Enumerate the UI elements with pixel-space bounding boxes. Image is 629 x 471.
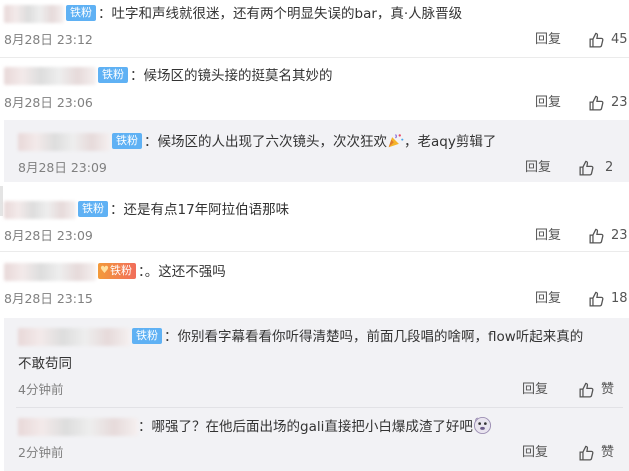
comment-1: 铁粉 ：吐字和声线就很迷，还有两个明显失误的bar，真·人脉晋级 8月28日 23…	[0, 0, 629, 58]
comment-body: 铁粉 ：候场区的镜头接的挺莫名其妙的	[4, 66, 333, 86]
timestamp: 8月28日 23:15	[4, 291, 93, 306]
reply-button[interactable]: 回复	[525, 160, 551, 176]
username-blurred[interactable]	[4, 263, 96, 281]
comment-text: ：候场区的人出现了六次镜头，次次狂欢	[144, 134, 387, 150]
reply-button[interactable]: 回复	[522, 445, 548, 461]
like-count: 23	[611, 228, 628, 243]
like-button[interactable]: 赞	[578, 381, 614, 399]
thumbs-up-icon	[579, 445, 594, 461]
comment-text: ：吐字和声线就很迷，还有两个明显失误的bar，真·人脉晋级	[98, 6, 463, 22]
like-count: 2	[605, 160, 614, 175]
username-blurred[interactable]	[4, 67, 96, 85]
comment-body: ：哪强了？在他后面出场的gali直接把小白爆成渣了好吧	[18, 416, 492, 437]
comment-text: ：还是有点17年阿拉伯语那味	[110, 202, 290, 218]
like-count: 45	[611, 32, 628, 47]
like-button[interactable]: 18	[588, 290, 628, 308]
fan-badge: 铁粉	[132, 328, 162, 344]
username-blurred[interactable]	[4, 5, 64, 23]
timestamp: 8月28日 23:12	[4, 32, 93, 47]
timestamp: 4分钟前	[18, 382, 64, 397]
comment-text: ：候场区的镜头接的挺莫名其妙的	[130, 68, 333, 84]
thumbs-up-icon	[589, 228, 604, 244]
comment-4: 铁粉 ：还是有点17年阿拉伯语那味 8月28日 23:09 回复 23	[0, 186, 629, 252]
comment-body: 铁粉 ：还是有点17年阿拉伯语那味	[4, 200, 289, 220]
username-blurred[interactable]	[18, 133, 110, 151]
username-blurred[interactable]	[18, 328, 130, 346]
comment-text: ：。这还不强吗	[138, 264, 226, 280]
thumbs-up-icon	[589, 291, 604, 307]
comment-body: 铁粉 ：候场区的人出现了六次镜头，次次狂欢 ，老aqy剪辑了	[18, 132, 496, 152]
fan-badge: 铁粉	[98, 263, 136, 279]
timestamp: 8月28日 23:06	[4, 95, 93, 110]
fan-badge: 铁粉	[78, 201, 108, 217]
thumbs-up-icon	[589, 95, 604, 111]
comment-text: ：你别看字幕看看你听得清楚吗，前面几段唱的啥啊，flow听起来真的	[164, 329, 584, 345]
timestamp: 8月28日 23:09	[18, 160, 107, 175]
timestamp: 8月28日 23:09	[4, 228, 93, 243]
like-count: 18	[611, 291, 628, 306]
thumbs-up-icon	[579, 160, 594, 176]
comment-text-line2: 不敢苟同	[18, 356, 72, 372]
party-popper-icon	[388, 133, 404, 147]
comment-5: 铁粉：。这还不强吗 8月28日 23:15 回复 18	[0, 252, 629, 314]
doge-face-icon	[473, 416, 491, 434]
reply-button[interactable]: 回复	[535, 228, 561, 244]
fan-badge: 铁粉	[98, 67, 128, 83]
like-button[interactable]: 23	[588, 227, 628, 245]
comment-body: 铁粉：。这还不强吗	[4, 262, 226, 282]
timestamp: 2分钟前	[18, 445, 64, 460]
comment-body: 铁粉 ：你别看字幕看看你听得清楚吗，前面几段唱的啥啊，flow听起来真的	[18, 327, 583, 347]
comment-text-after: ，老aqy剪辑了	[404, 134, 497, 150]
like-label: 赞	[601, 445, 615, 460]
like-button[interactable]: 2	[578, 159, 613, 177]
like-button[interactable]: 赞	[578, 444, 614, 462]
username-blurred[interactable]	[4, 201, 76, 219]
thumbs-up-icon	[579, 382, 594, 398]
reply-button[interactable]: 回复	[535, 291, 561, 307]
like-count: 23	[611, 95, 628, 110]
comment-text: ：哪强了？在他后面出场的gali直接把小白爆成渣了好吧	[138, 419, 473, 435]
reply-button[interactable]: 回复	[522, 382, 548, 398]
like-button[interactable]: 23	[588, 94, 628, 112]
reply-button[interactable]: 回复	[535, 95, 561, 111]
reply-button[interactable]: 回复	[535, 32, 561, 48]
thumbs-up-icon	[589, 32, 604, 48]
comment-2: 铁粉 ：候场区的镜头接的挺莫名其妙的 8月28日 23:06 回复 23	[0, 58, 629, 116]
fan-badge: 铁粉	[66, 5, 96, 21]
comment-body: 铁粉 ：吐字和声线就很迷，还有两个明显失误的bar，真·人脉晋级	[4, 4, 462, 24]
like-label: 赞	[601, 382, 615, 397]
comment-3: 铁粉 ：候场区的人出现了六次镜头，次次狂欢 ，老aqy剪辑了 8月28日 23:09…	[0, 120, 629, 182]
fan-badge: 铁粉	[112, 133, 142, 149]
username-blurred[interactable]	[18, 418, 138, 436]
comment-6: 铁粉 ：你别看字幕看看你听得清楚吗，前面几段唱的啥啊，flow听起来真的 不敢苟同…	[0, 318, 629, 408]
comment-7: ：哪强了？在他后面出场的gali直接把小白爆成渣了好吧 2分钟前 回复 赞	[0, 408, 629, 471]
like-button[interactable]: 45	[588, 31, 628, 49]
